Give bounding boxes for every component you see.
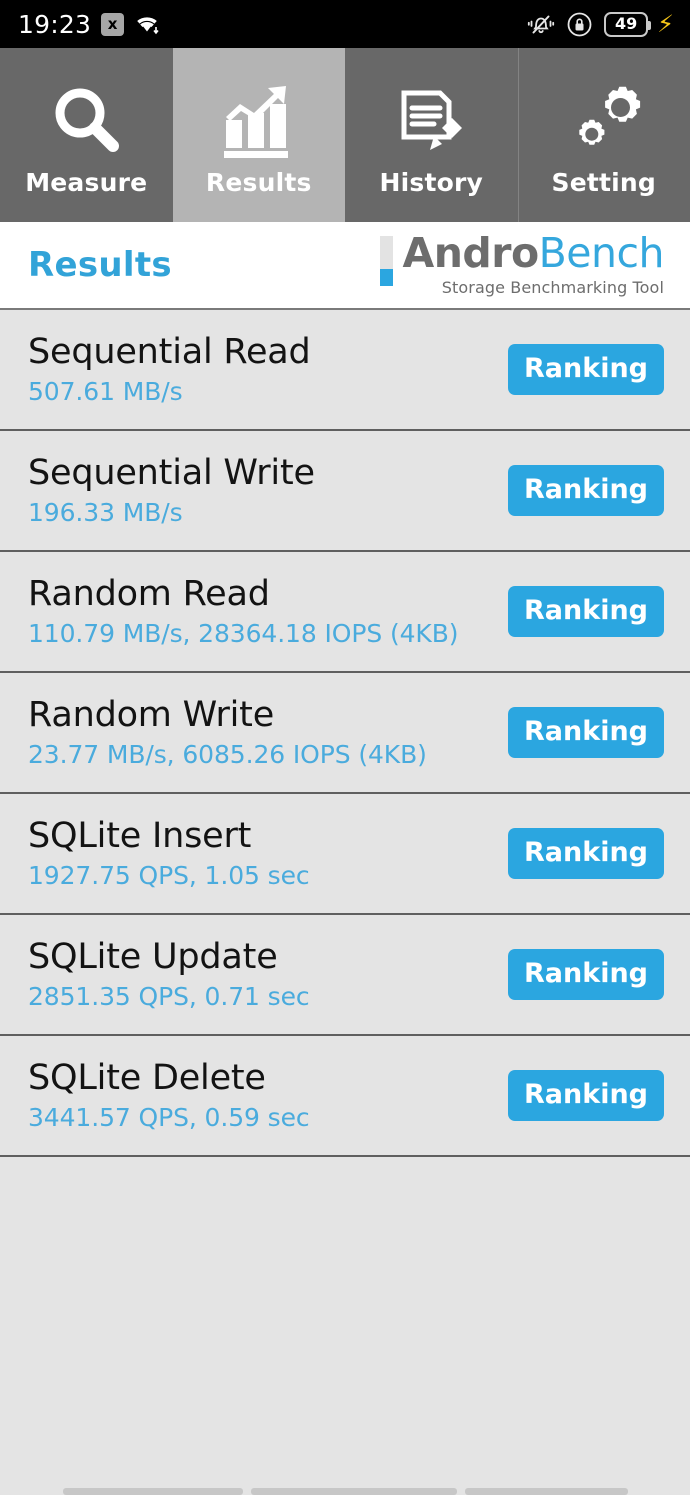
ranking-button-sequential-read[interactable]: Ranking (508, 344, 664, 395)
wifi-icon (134, 12, 162, 36)
ranking-button-random-write[interactable]: Ranking (508, 707, 664, 758)
result-title: Random Read (28, 574, 270, 615)
result-value: 110.79 MB/s, 28364.18 IOPS (4KB) (28, 618, 459, 648)
tab-measure-label: Measure (25, 167, 148, 197)
result-title: Sequential Read (28, 332, 311, 373)
result-value: 3441.57 QPS, 0.59 sec (28, 1102, 310, 1132)
ranking-button-random-read[interactable]: Ranking (508, 586, 664, 637)
tab-setting-label: Setting (551, 167, 657, 197)
result-row-texts: Sequential Read 507.61 MB/s (28, 332, 311, 406)
result-row-sequential-read[interactable]: Sequential Read 507.61 MB/s Ranking (0, 310, 690, 431)
result-value: 196.33 MB/s (28, 497, 183, 527)
ranking-button-sqlite-insert[interactable]: Ranking (508, 828, 664, 879)
result-title: Random Write (28, 695, 275, 736)
battery-icon: 49 (604, 11, 652, 37)
result-title: SQLite Insert (28, 816, 252, 857)
x-badge-icon: x (101, 12, 125, 36)
logo-wordmark: AndroBench (402, 233, 664, 274)
result-row-sqlite-update[interactable]: SQLite Update 2851.35 QPS, 0.71 sec Rank… (0, 915, 690, 1036)
logo-tagline: Storage Benchmarking Tool (441, 277, 664, 297)
result-row-texts: SQLite Delete 3441.57 QPS, 0.59 sec (28, 1058, 310, 1132)
system-navigation-bar (0, 1475, 690, 1495)
page-title: Results (28, 245, 172, 285)
result-row-texts: Random Read 110.79 MB/s, 28364.18 IOPS (… (28, 574, 459, 648)
status-bar-right: 49 ⚡ (527, 11, 674, 38)
result-row-sqlite-insert[interactable]: SQLite Insert 1927.75 QPS, 1.05 sec Rank… (0, 794, 690, 915)
status-bar-left: 19:23 x (18, 10, 162, 39)
status-bar-clock: 19:23 (18, 9, 92, 39)
ranking-button-sequential-write[interactable]: Ranking (508, 465, 664, 516)
result-value: 507.61 MB/s (28, 376, 183, 406)
result-row-random-read[interactable]: Random Read 110.79 MB/s, 28364.18 IOPS (… (0, 552, 690, 673)
recents-bar-button[interactable] (62, 1488, 243, 1495)
status-bar: 19:23 x 49 ⚡ (0, 0, 690, 48)
androbench-logo: AndroBench Storage Benchmarking Tool (380, 233, 665, 297)
result-title: SQLite Update (28, 937, 278, 978)
tab-results[interactable]: Results (172, 48, 345, 222)
tab-results-label: Results (205, 167, 312, 197)
gears-icon (563, 80, 645, 162)
tab-history[interactable]: History (345, 48, 518, 222)
bar-chart-arrow-icon (218, 80, 300, 162)
result-row-texts: SQLite Update 2851.35 QPS, 0.71 sec (28, 937, 310, 1011)
logo-bar-icon (380, 236, 394, 287)
empty-list-area (0, 1157, 690, 1475)
result-row-sequential-write[interactable]: Sequential Write 196.33 MB/s Ranking (0, 431, 690, 552)
tab-setting[interactable]: Setting (517, 48, 690, 222)
result-value: 1927.75 QPS, 1.05 sec (28, 860, 310, 890)
logo-andro-part: Andro (402, 229, 539, 278)
result-row-texts: Sequential Write 196.33 MB/s (28, 453, 315, 527)
result-row-random-write[interactable]: Random Write 23.77 MB/s, 6085.26 IOPS (4… (0, 673, 690, 794)
tab-history-label: History (379, 167, 484, 197)
logo-text: AndroBench Storage Benchmarking Tool (402, 233, 664, 297)
results-list: Sequential Read 507.61 MB/s Ranking Sequ… (0, 308, 690, 1157)
document-pencil-icon (390, 80, 472, 162)
home-bar-button[interactable] (250, 1488, 457, 1495)
result-row-sqlite-delete[interactable]: SQLite Delete 3441.57 QPS, 0.59 sec Rank… (0, 1036, 690, 1157)
vibrate-silent-icon (527, 11, 555, 37)
result-value: 2851.35 QPS, 0.71 sec (28, 981, 310, 1011)
ranking-button-sqlite-update[interactable]: Ranking (508, 949, 664, 1000)
app-screen: 19:23 x 49 ⚡ Measure Results History Set… (0, 0, 690, 1495)
ranking-button-sqlite-delete[interactable]: Ranking (508, 1070, 664, 1121)
magnifier-icon (45, 80, 127, 162)
result-row-texts: Random Write 23.77 MB/s, 6085.26 IOPS (4… (28, 695, 427, 769)
charging-bolt-icon: ⚡ (657, 10, 674, 38)
result-value: 23.77 MB/s, 6085.26 IOPS (4KB) (28, 739, 427, 769)
tab-measure[interactable]: Measure (0, 48, 173, 222)
result-row-texts: SQLite Insert 1927.75 QPS, 1.05 sec (28, 816, 310, 890)
result-title: SQLite Delete (28, 1058, 266, 1099)
rotation-lock-icon (566, 11, 593, 38)
battery-level-label: 49 (615, 14, 638, 33)
back-bar-button[interactable] (464, 1488, 628, 1495)
result-title: Sequential Write (28, 453, 315, 494)
main-tab-bar: Measure Results History Setting (0, 48, 690, 222)
logo-bench-part: Bench (538, 229, 665, 278)
page-header: Results AndroBench Storage Benchmarking … (0, 222, 690, 308)
